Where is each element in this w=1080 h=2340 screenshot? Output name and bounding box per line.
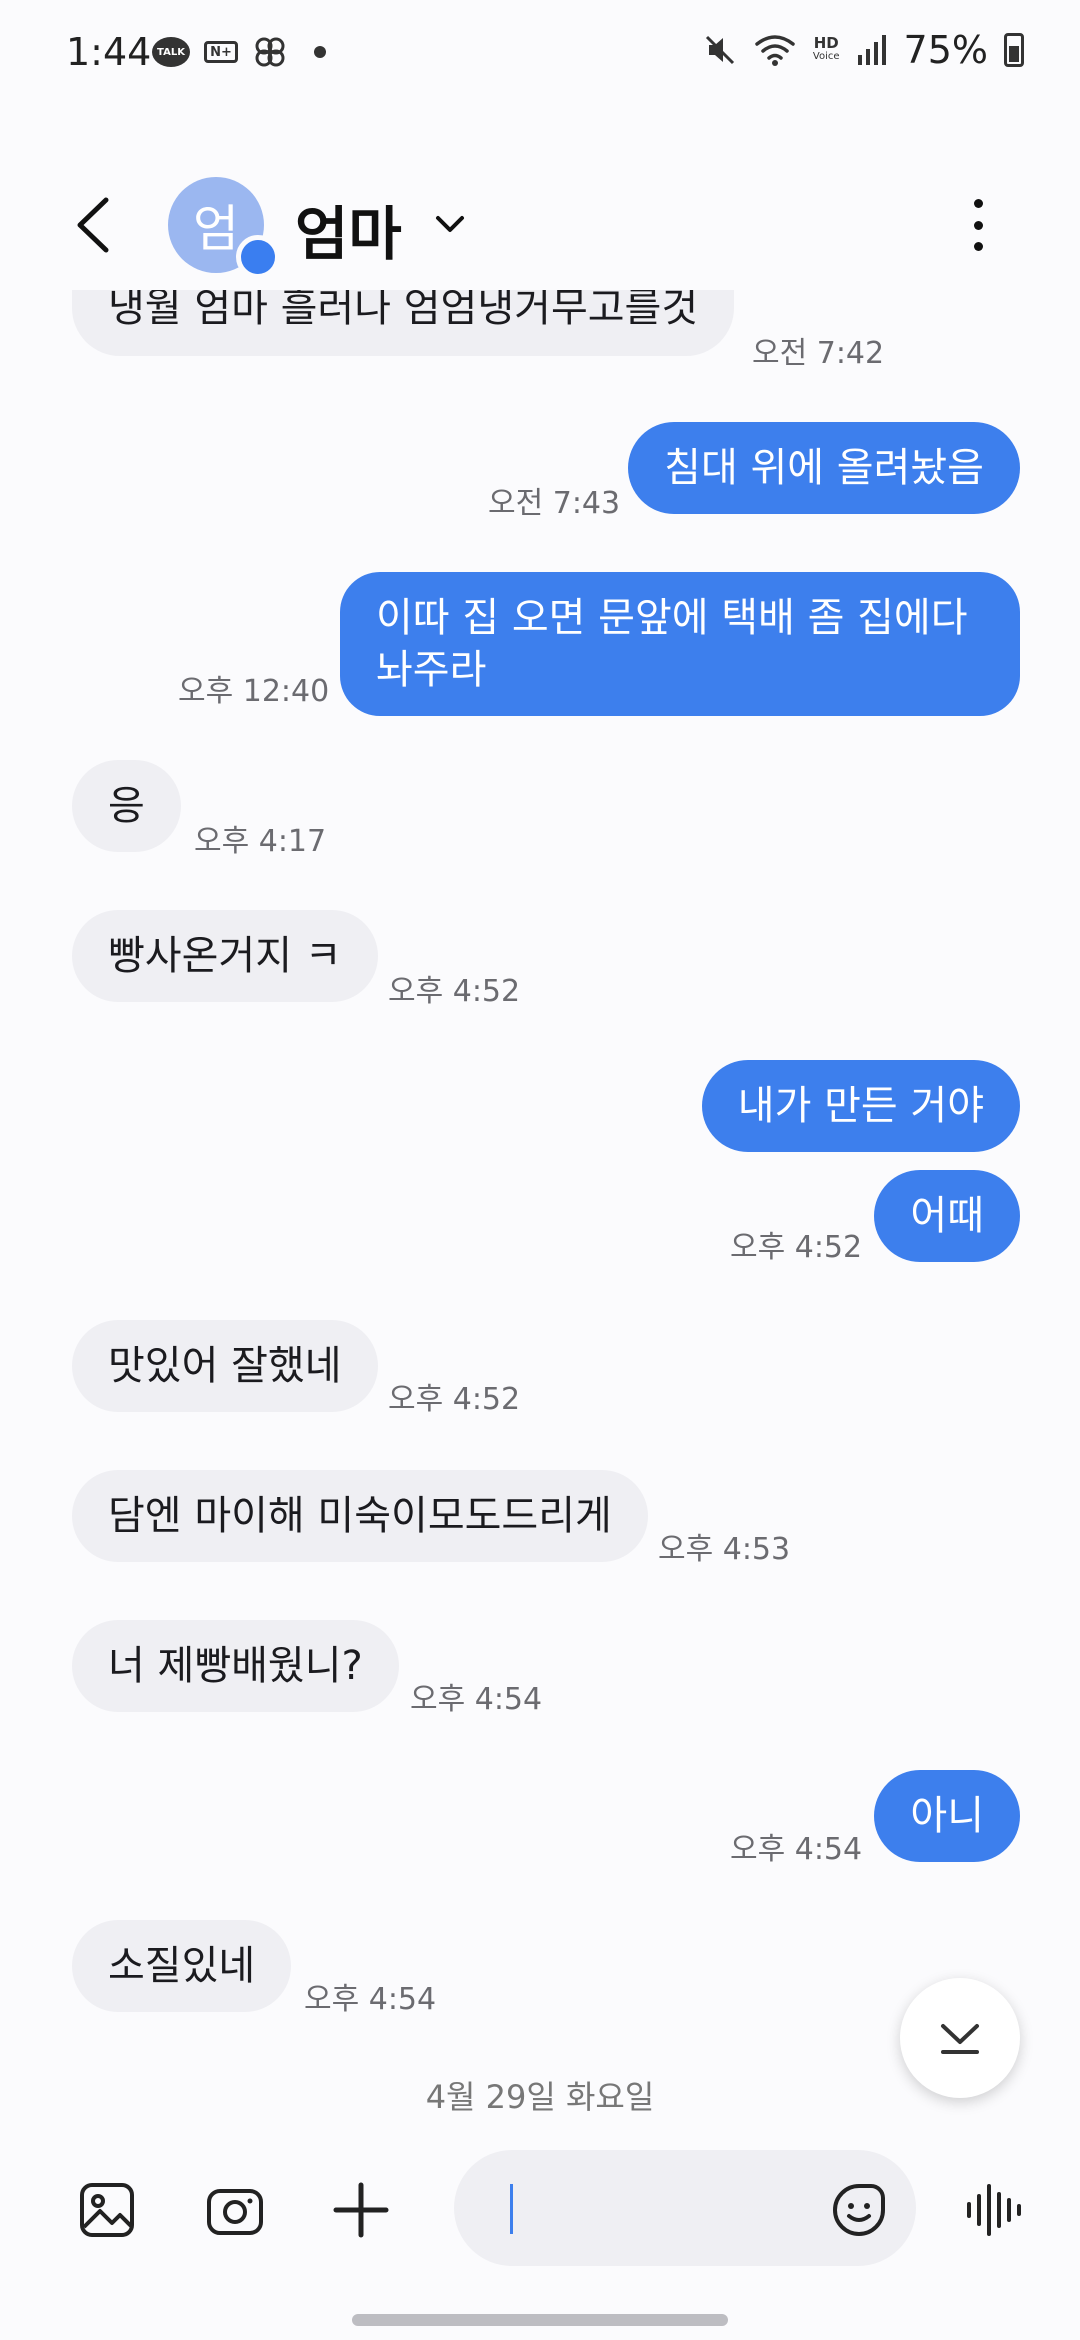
- menu-dot: [973, 242, 983, 251]
- message-text: 아니: [910, 1793, 984, 1839]
- wifi-icon: [755, 35, 795, 66]
- signal-icon: [857, 35, 886, 65]
- message-bubble-incoming[interactable]: 응: [72, 760, 181, 852]
- hd-voice-icon: HD Voice: [813, 36, 840, 64]
- message-bubble-outgoing[interactable]: 아니: [874, 1770, 1020, 1862]
- voice-label: Voice: [812, 51, 840, 62]
- message-bubble-incoming[interactable]: 냉월 엄마 흘러나 엄엄냉거무고를것: [72, 290, 735, 356]
- message-text-line: 놔주라: [376, 647, 487, 693]
- voice-input-button[interactable]: [958, 2175, 1028, 2245]
- back-button[interactable]: [66, 190, 122, 260]
- camera-icon: [207, 2189, 263, 2235]
- emoji-sticker-icon: [833, 2184, 885, 2236]
- message-text: 너 제빵배웠니?: [108, 1643, 363, 1689]
- message-timestamp: 오후 12:40: [178, 674, 330, 709]
- conversation-header: 엄 엄마: [0, 165, 1080, 285]
- message-bubble-outgoing[interactable]: 침대 위에 올려놨음: [628, 422, 1020, 514]
- contact-name[interactable]: 엄마: [295, 187, 402, 271]
- navigation-gesture-handle[interactable]: [352, 2314, 728, 2326]
- message-text: 침대 위에 올려놨음: [664, 445, 984, 491]
- menu-dot: [973, 199, 983, 208]
- message-bubble-incoming[interactable]: 담엔 마이해 미숙이모도드리게: [72, 1470, 648, 1562]
- message-text-line: 이따 집 오면 문앞에 택배 좀 집에다: [376, 595, 968, 641]
- message-bubble-incoming[interactable]: 너 제빵배웠니?: [72, 1620, 399, 1712]
- message-timestamp: 오후 4:54: [410, 1682, 543, 1717]
- message-bubble-outgoing[interactable]: 내가 만든 거야: [701, 1060, 1020, 1152]
- message-text: 어때: [910, 1193, 984, 1239]
- message-bubble-outgoing[interactable]: 어때: [874, 1170, 1020, 1262]
- message-text: 냉월 엄마 흘러나 엄엄냉거무고를것: [108, 290, 699, 331]
- mute-icon: [705, 35, 734, 65]
- message-timestamp: 오후 4:52: [730, 1230, 863, 1265]
- message-badge-icon: [236, 235, 280, 279]
- message-timestamp: 오전 7:42: [752, 336, 885, 371]
- message-bubble-incoming[interactable]: 빵사온거지 ㅋ: [72, 910, 378, 1002]
- talk-icon: TALK: [152, 37, 190, 67]
- message-bubble-incoming[interactable]: 맛있어 잘했네: [72, 1320, 378, 1412]
- message-text: 빵사온거지 ㅋ: [108, 933, 342, 979]
- scroll-down-icon: [941, 2024, 979, 2054]
- message-text: 내가 만든 거야: [737, 1083, 984, 1129]
- message-timestamp: 오후 4:52: [388, 974, 521, 1009]
- menu-dot: [973, 220, 983, 230]
- camera-button[interactable]: [200, 2175, 270, 2245]
- message-timestamp: 오후 4:54: [730, 1832, 863, 1867]
- message-list[interactable]: 냉월 엄마 흘러나 엄엄냉거무고를것 오전 7:42 침대 위에 올려놨음 오전…: [0, 290, 1080, 2100]
- chevron-down-icon[interactable]: [432, 209, 468, 239]
- battery-percent: 75%: [903, 28, 988, 72]
- battery-icon: [1004, 33, 1024, 67]
- plus-icon: [333, 2182, 389, 2238]
- message-text: 응: [108, 783, 145, 829]
- message-timestamp: 오전 7:43: [488, 486, 621, 521]
- message-text: 맛있어 잘했네: [108, 1343, 342, 1389]
- scroll-to-bottom-button[interactable]: [900, 1978, 1020, 2098]
- gallery-button[interactable]: [72, 2175, 142, 2245]
- message-timestamp: 오후 4:53: [658, 1532, 791, 1567]
- message-timestamp: 오후 4:54: [304, 1982, 437, 2017]
- text-caret: [510, 2184, 513, 2234]
- attach-button[interactable]: [326, 2175, 396, 2245]
- emoji-button[interactable]: [824, 2175, 894, 2245]
- message-text: 소질있네: [108, 1943, 256, 1989]
- message-composer: [0, 2140, 1080, 2290]
- status-notification-icons: TALK N+: [152, 34, 326, 70]
- naver-plus-icon: N+: [204, 41, 238, 63]
- more-options-button[interactable]: [966, 195, 990, 255]
- message-timestamp: 오후 4:17: [194, 824, 327, 859]
- message-timestamp: 오후 4:52: [388, 1382, 521, 1417]
- gallery-icon: [80, 2183, 134, 2237]
- hd-label: HD: [813, 34, 839, 52]
- status-time: 1:44: [66, 30, 152, 74]
- message-bubble-incoming[interactable]: 소질있네: [72, 1920, 292, 2012]
- voice-wave-icon: [967, 2184, 1021, 2236]
- notification-dot-icon: [314, 46, 326, 58]
- status-system-icons: HD Voice 75%: [703, 28, 1024, 72]
- status-bar: 1:44 TALK N+ HD Voice 75%: [0, 0, 1080, 105]
- message-text: 담엔 마이해 미숙이모도드리게: [108, 1493, 612, 1539]
- pinwheel-icon: [255, 37, 285, 67]
- message-bubble-outgoing[interactable]: 이따 집 오면 문앞에 택배 좀 집에다 놔주라: [340, 572, 1020, 716]
